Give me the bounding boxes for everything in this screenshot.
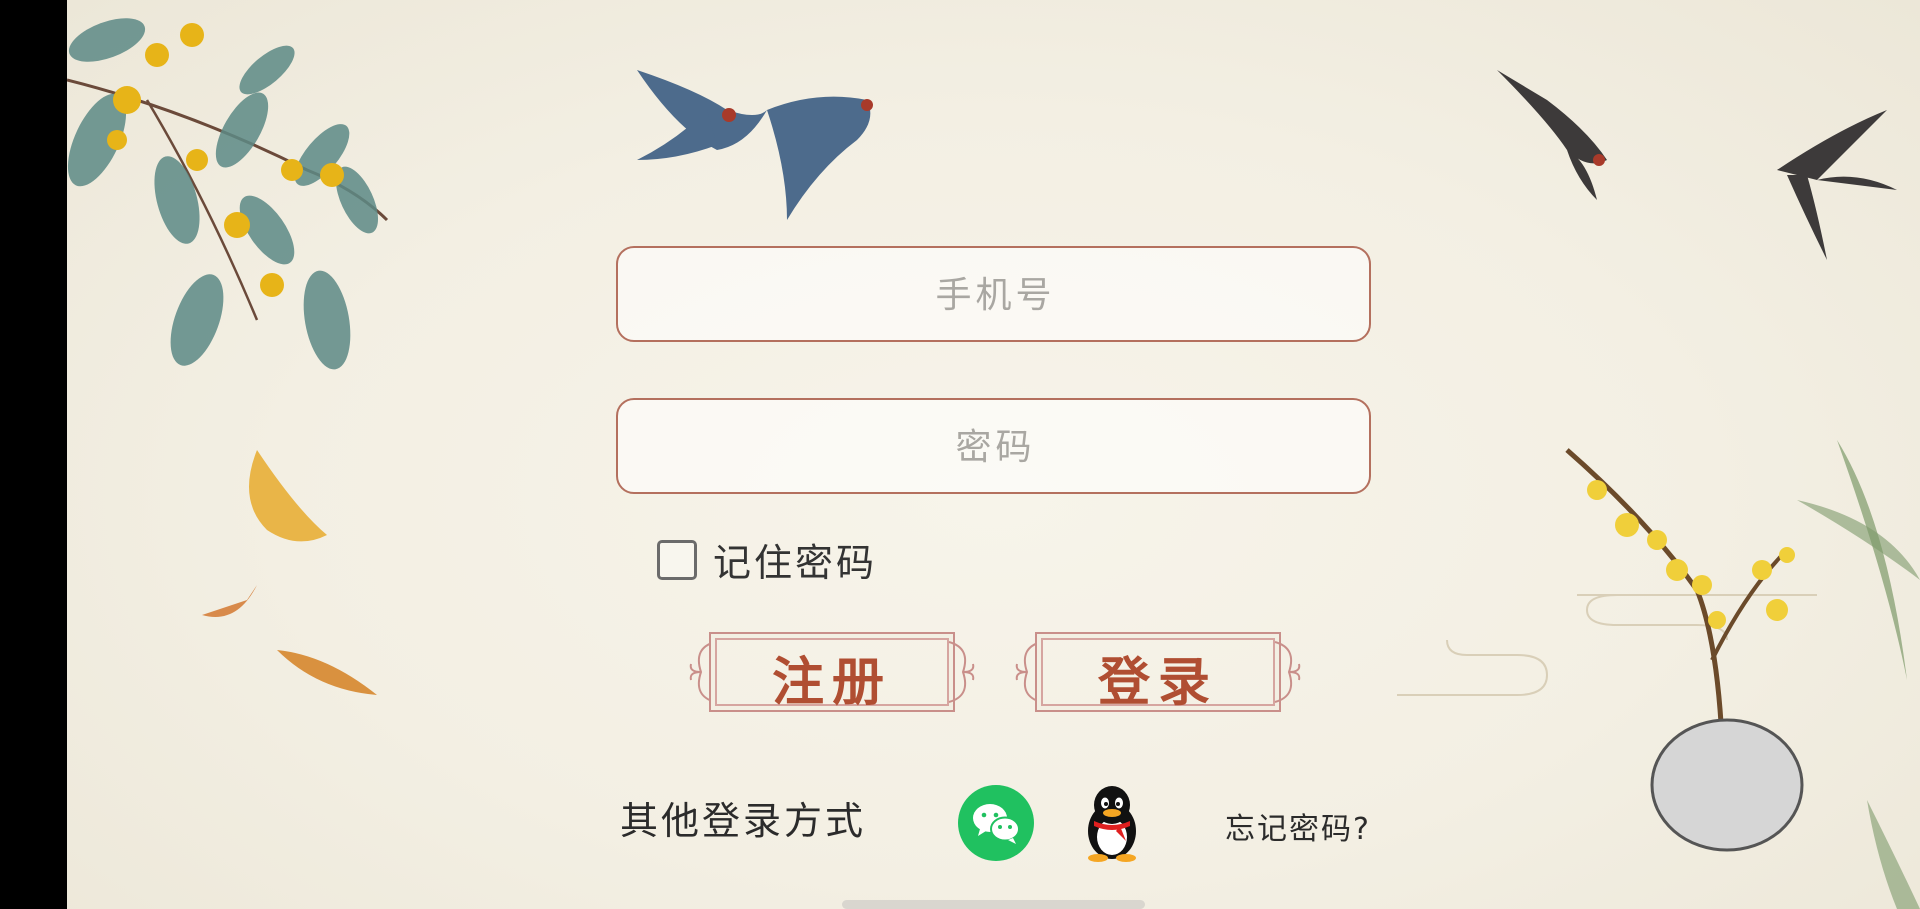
login-button[interactable]: 登录 [1013,628,1303,716]
register-label: 注册 [771,653,892,713]
osmanthus-branch-decoration [67,18,389,370]
wechat-icon[interactable] [958,785,1034,861]
falling-leaves-decoration [202,450,377,695]
password-input[interactable] [618,400,1373,494]
password-field[interactable] [616,398,1373,494]
remember-password-row[interactable]: 记住密码 [657,532,877,587]
frame-ornament-right-icon [1274,641,1301,703]
qq-icon[interactable] [1080,783,1144,863]
register-button[interactable]: 注册 [687,628,977,716]
login-label: 登录 [1097,653,1218,713]
plum-vase-decoration [1565,440,1920,909]
swallow-right-decoration [1497,70,1897,260]
login-screen: 记住密码 注册 登录 其他登录方式 [67,0,1920,909]
home-indicator[interactable] [842,900,1145,909]
remember-checkbox[interactable] [657,539,697,580]
phone-input[interactable] [618,248,1373,342]
forgot-password-link[interactable]: 忘记密码? [1225,804,1371,848]
frame-ornament-right-icon [948,641,975,703]
remember-label: 记住密码 [713,541,878,585]
swallows-decoration [637,70,873,220]
other-login-label: 其他登录方式 [620,799,867,843]
phone-field[interactable] [616,246,1373,342]
